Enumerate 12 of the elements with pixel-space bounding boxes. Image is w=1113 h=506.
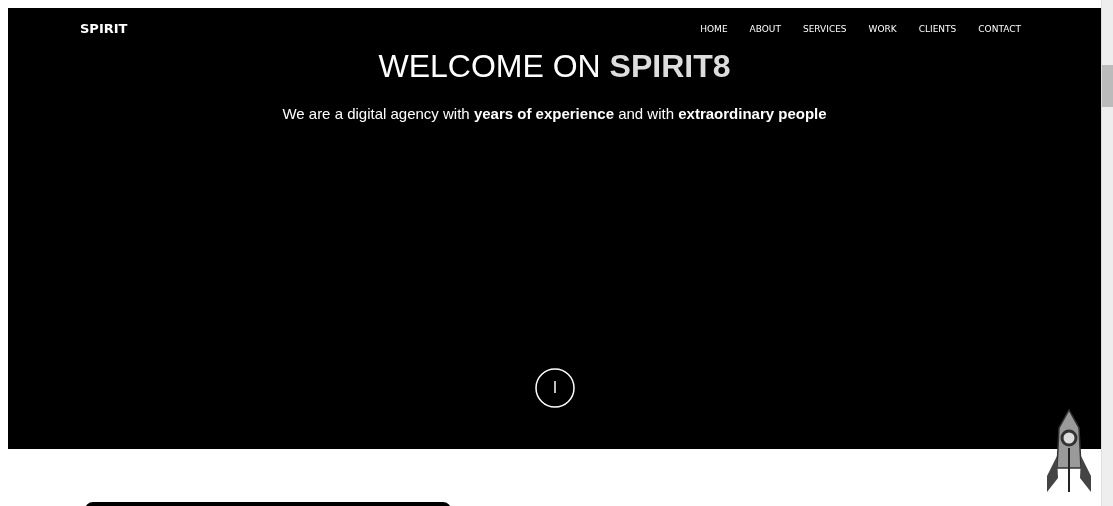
brand-logo[interactable]: SPIRIT [80,21,128,36]
nav-link[interactable]: HOME [700,23,728,34]
nav-link[interactable]: ABOUT [749,23,781,34]
hero-title: WELCOME ON SPIRIT8 [378,48,731,85]
nav-link[interactable]: CONTACT [978,23,1021,34]
nav-link[interactable]: CLIENTS [918,23,957,34]
nav-link[interactable]: SERVICES [802,23,847,34]
scrollbar[interactable] [1101,0,1113,506]
nav-link[interactable]: WORK [868,23,897,34]
hero-subtitle: We are a digital agency with years of experience and with extraordinary people [282,105,827,122]
scroll-down-icon[interactable] [533,367,576,409]
rocket-icon[interactable] [1045,408,1093,494]
